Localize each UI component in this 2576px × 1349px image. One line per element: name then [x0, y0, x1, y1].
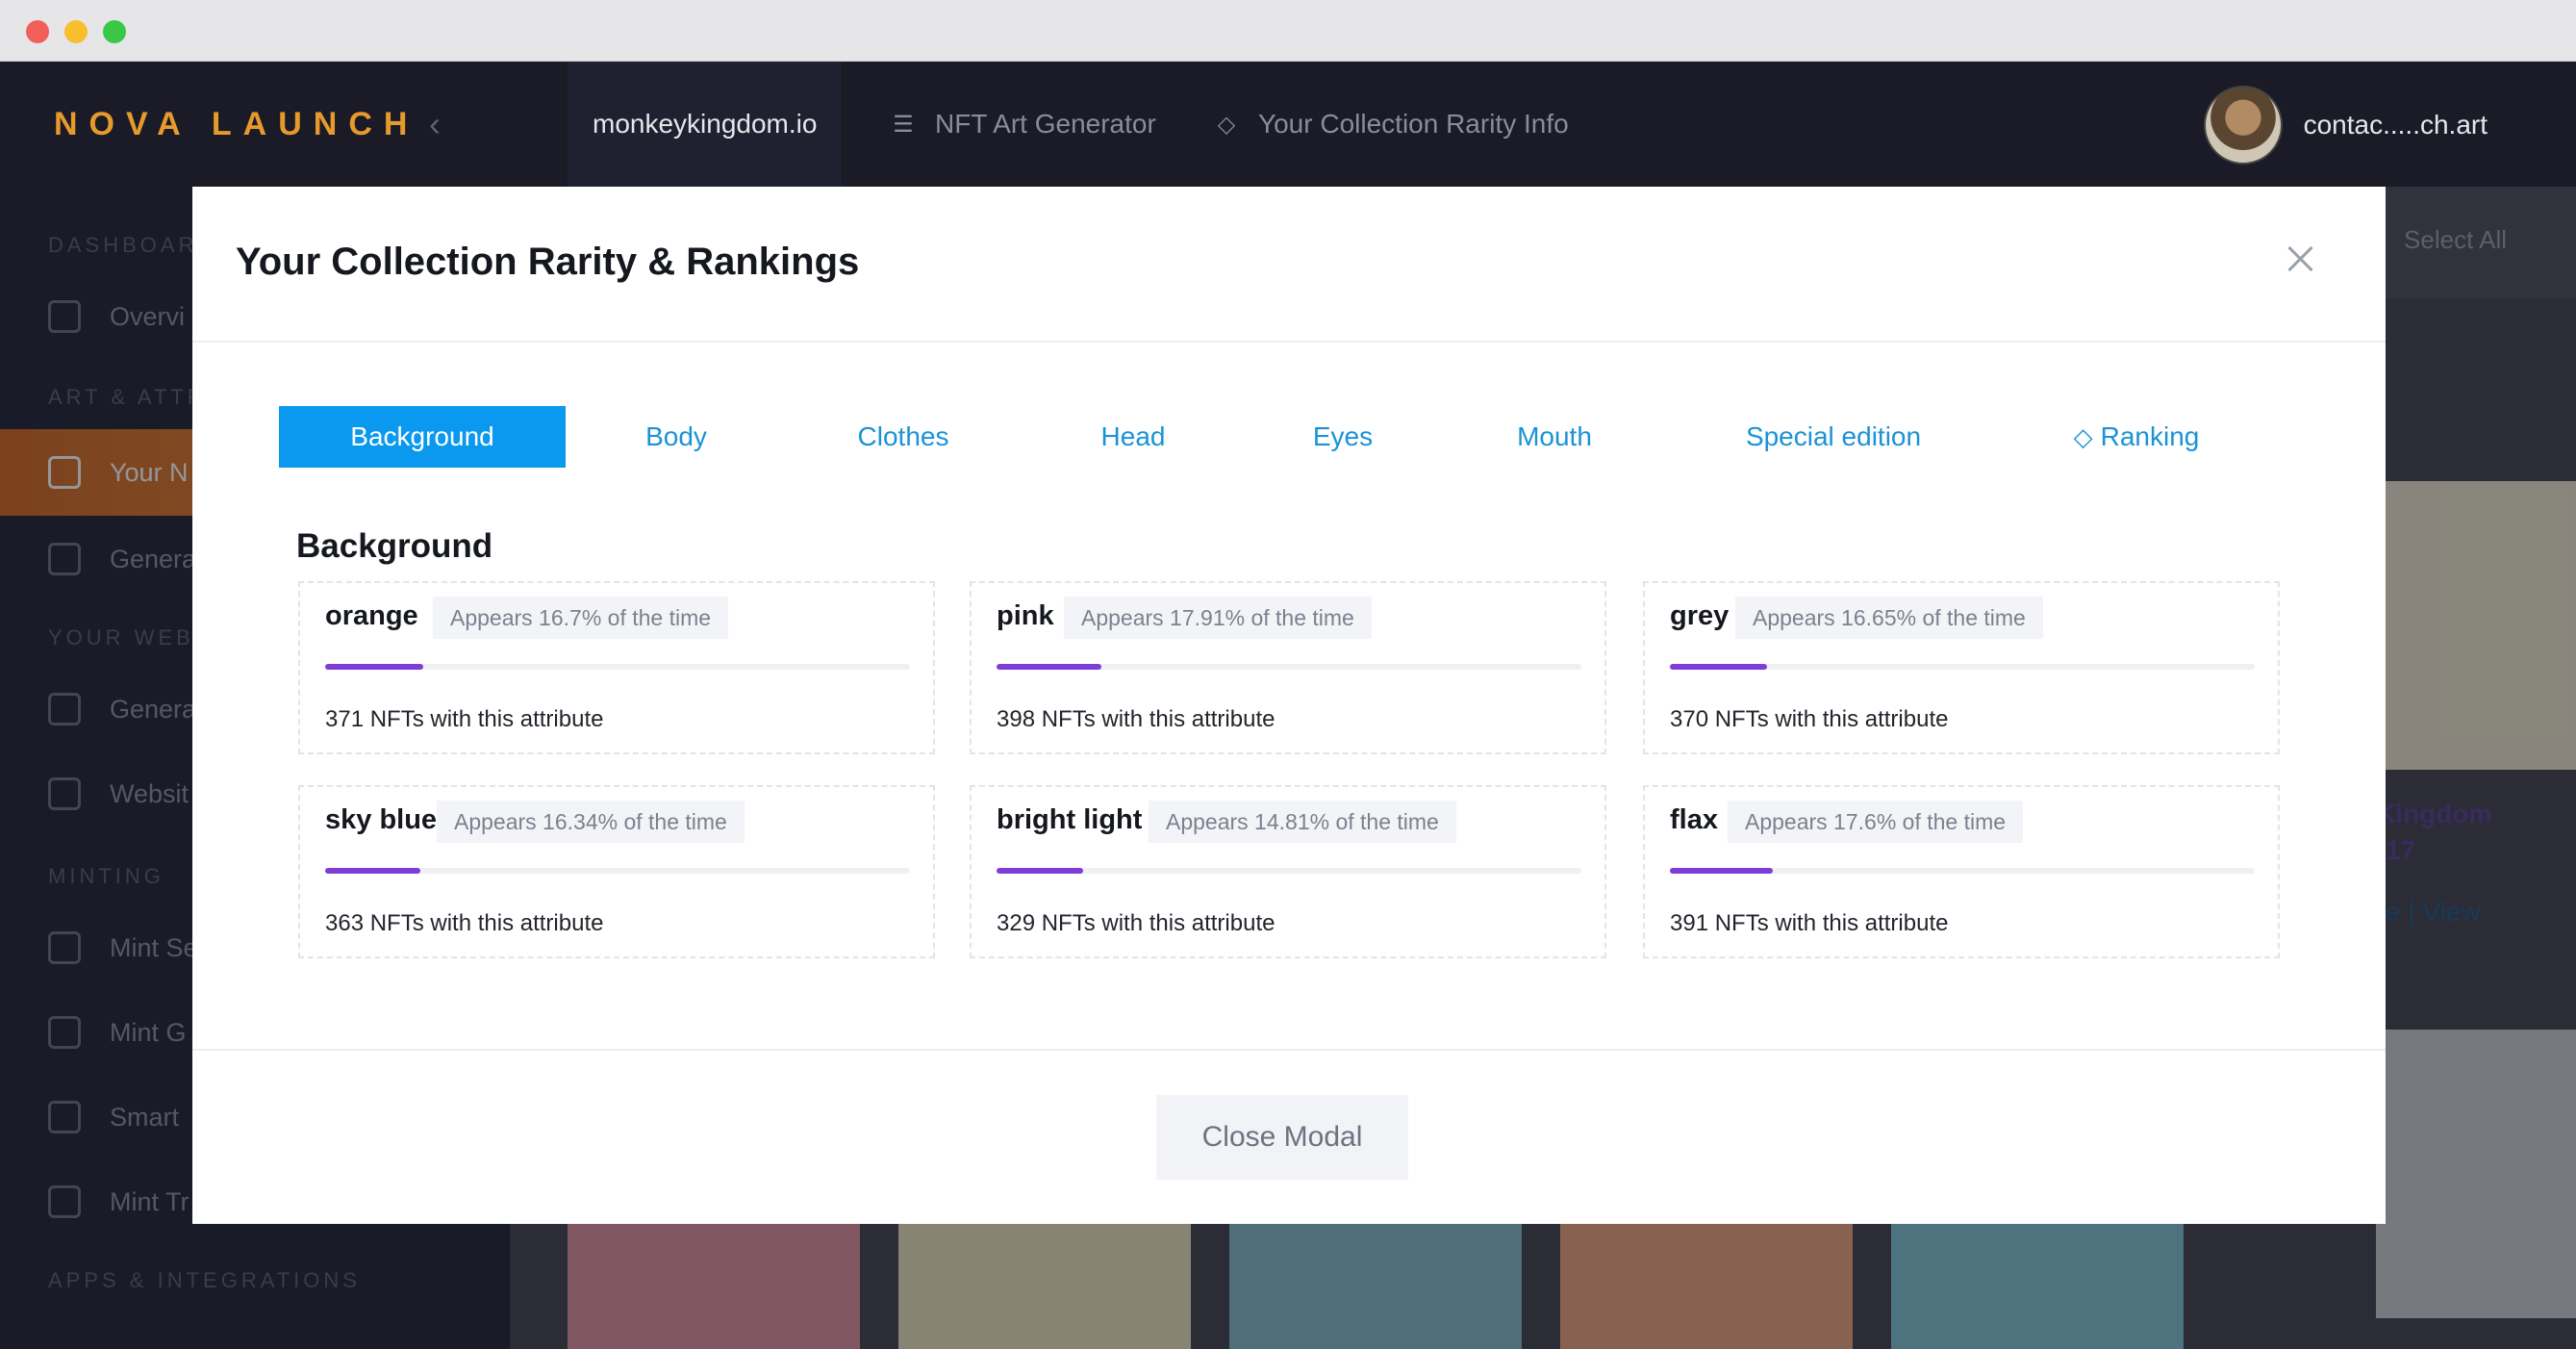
close-modal-button[interactable]: Close Modal [1156, 1095, 1408, 1180]
attribute-card: pink Appears 17.91% of the time 398 NFTs… [970, 581, 1606, 754]
tab-clothes[interactable]: Clothes [787, 406, 1020, 468]
attribute-count: 398 NFTs with this attribute [997, 706, 1275, 732]
tab-label: Body [645, 421, 707, 451]
rarity-progress [997, 868, 1581, 874]
rarity-progress-fill [1670, 868, 1773, 874]
attribute-count: 370 NFTs with this attribute [1670, 706, 1949, 732]
tab-body[interactable]: Body [566, 406, 787, 468]
tab-eyes[interactable]: Eyes [1247, 406, 1439, 468]
attribute-card: grey Appears 16.65% of the time 370 NFTs… [1643, 581, 2280, 754]
attribute-name: pink [997, 600, 1054, 631]
rarity-badge: Appears 17.91% of the time [1064, 597, 1372, 639]
rarity-progress-fill [997, 868, 1084, 874]
attribute-card: bright light Appears 14.81% of the time … [970, 785, 1606, 958]
app-logo[interactable]: NOVA LAUNCH [54, 106, 418, 143]
tab-background[interactable]: Background [279, 406, 566, 468]
attribute-name: grey [1670, 600, 1730, 631]
attribute-name: bright light [997, 804, 1143, 835]
rarity-badge: Appears 17.6% of the time [1728, 801, 2024, 843]
user-email: contac.....ch.art [2303, 110, 2488, 140]
close-window-button[interactable] [26, 20, 49, 43]
tab-label: Eyes [1312, 421, 1374, 451]
rarity-badge: Appears 14.81% of the time [1149, 801, 1456, 843]
diamond-icon: ◇ [1217, 111, 1236, 138]
maximize-window-button[interactable] [103, 20, 126, 43]
tab-ranking[interactable]: ◇ Ranking [1997, 406, 2276, 468]
modal-title: Your Collection Rarity & Rankings [236, 241, 860, 283]
close-icon[interactable] [2282, 241, 2320, 279]
attribute-name: sky blue [325, 804, 438, 835]
tab-head[interactable]: Head [1020, 406, 1247, 468]
nav-item-label: NFT Art Generator [935, 109, 1156, 139]
attribute-name: orange [325, 600, 418, 631]
diamond-icon: ◇ [2073, 421, 2093, 451]
tab-special-edition[interactable]: Special edition [1670, 406, 1997, 468]
nav-item-rarity-info[interactable]: ◇ Your Collection Rarity Info [1214, 62, 1569, 187]
rarity-progress [325, 664, 910, 670]
rarity-progress [1670, 664, 2255, 670]
section-title: Background [296, 527, 493, 565]
attribute-count: 363 NFTs with this attribute [325, 910, 604, 936]
attribute-card: sky blue Appears 16.34% of the time 363 … [298, 785, 935, 958]
attribute-count: 371 NFTs with this attribute [325, 706, 604, 732]
modal-footer: Close Modal [192, 1049, 2386, 1224]
rarity-progress [1670, 868, 2255, 874]
attribute-count: 329 NFTs with this attribute [997, 910, 1275, 936]
attribute-card: flax Appears 17.6% of the time 391 NFTs … [1643, 785, 2280, 958]
tab-label: Ranking [2100, 421, 2200, 451]
rarity-progress-fill [997, 664, 1101, 670]
attribute-card: orange Appears 16.7% of the time 371 NFT… [298, 581, 935, 754]
rarity-badge: Appears 16.65% of the time [1735, 597, 2043, 639]
attribute-name: flax [1670, 804, 1718, 835]
tab-label: Head [1100, 421, 1166, 451]
rarity-progress [997, 664, 1581, 670]
rarity-progress [325, 868, 910, 874]
rarity-modal: Your Collection Rarity & Rankings Backgr… [192, 187, 2386, 1224]
nav-item-label: monkeykingdom.io [593, 109, 818, 139]
nav-item-label: Your Collection Rarity Info [1258, 109, 1569, 139]
tab-mouth[interactable]: Mouth [1439, 406, 1670, 468]
rarity-progress-fill [325, 868, 421, 874]
avatar[interactable] [2203, 86, 2283, 165]
attribute-count: 391 NFTs with this attribute [1670, 910, 1949, 936]
chevron-left-icon[interactable]: ‹ [429, 104, 441, 144]
attribute-tabs: Background Body Clothes Head Eyes Mouth … [279, 406, 2299, 468]
tab-label: Clothes [857, 421, 949, 451]
minimize-window-button[interactable] [64, 20, 88, 43]
nav-item-art-generator[interactable]: ☰ NFT Art Generator [891, 62, 1156, 187]
layers-icon: ☰ [893, 111, 914, 138]
tab-label: Mouth [1517, 421, 1592, 451]
nav-item-site[interactable]: monkeykingdom.io [568, 62, 843, 187]
rarity-badge: Appears 16.34% of the time [437, 801, 745, 843]
tab-label: Background [350, 421, 494, 451]
rarity-progress-fill [1670, 664, 1768, 670]
modal-header: Your Collection Rarity & Rankings [192, 187, 2386, 343]
rarity-badge: Appears 16.7% of the time [433, 597, 729, 639]
tab-label: Special edition [1745, 421, 1922, 451]
user-menu[interactable]: contac.....ch.art [2203, 86, 2488, 165]
rarity-progress-fill [325, 664, 423, 670]
browser-chrome [0, 0, 2576, 62]
top-navigation: NOVA LAUNCH ‹ monkeykingdom.io ☰ NFT Art… [0, 62, 2576, 187]
